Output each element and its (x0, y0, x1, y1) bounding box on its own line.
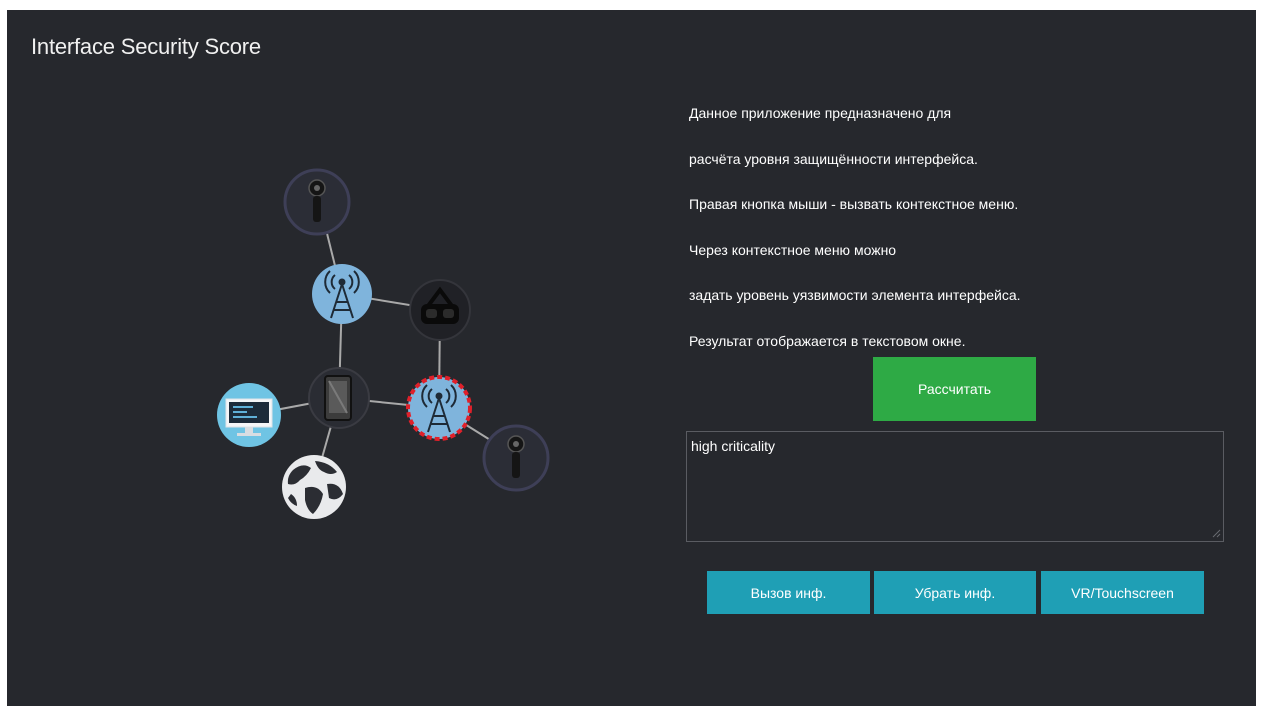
result-textarea[interactable]: high criticality (686, 431, 1224, 542)
info-line-2: расчёта уровня защищённости интерфейса. (689, 150, 978, 167)
tablet-icon (324, 375, 352, 421)
resize-handle-icon[interactable] (1211, 528, 1221, 538)
network-graph (217, 168, 550, 519)
sensor-node-right[interactable] (482, 424, 550, 492)
calculate-button[interactable]: Рассчитать (873, 357, 1036, 421)
vr-headset-node[interactable] (409, 279, 471, 341)
graph-edges (248, 192, 517, 487)
vr-touchscreen-button[interactable]: VR/Touchscreen (1041, 571, 1204, 614)
tablet-node[interactable] (308, 367, 370, 429)
info-line-5: задать уровень уязвимости элемента интер… (689, 287, 1021, 303)
info-line-4: Через контекстное меню можно (689, 241, 897, 258)
info-panel: Данное приложение предназначено для расч… (689, 98, 1249, 371)
globe-node[interactable] (282, 455, 346, 519)
monitor-node[interactable] (217, 383, 281, 447)
info-line-1: Данное приложение предназначено для (689, 105, 952, 121)
tower-node-top[interactable] (312, 264, 372, 324)
sensor-node-top[interactable] (283, 168, 351, 236)
tower-node-critical[interactable] (406, 375, 472, 441)
app-window: Interface Security Score Данное приложен… (7, 10, 1256, 706)
hide-info-button[interactable]: Убрать инф. (874, 571, 1036, 614)
info-line-3: Правая кнопка мыши - вызвать контекстное… (689, 196, 1019, 212)
show-info-button[interactable]: Вызов инф. (707, 571, 870, 614)
